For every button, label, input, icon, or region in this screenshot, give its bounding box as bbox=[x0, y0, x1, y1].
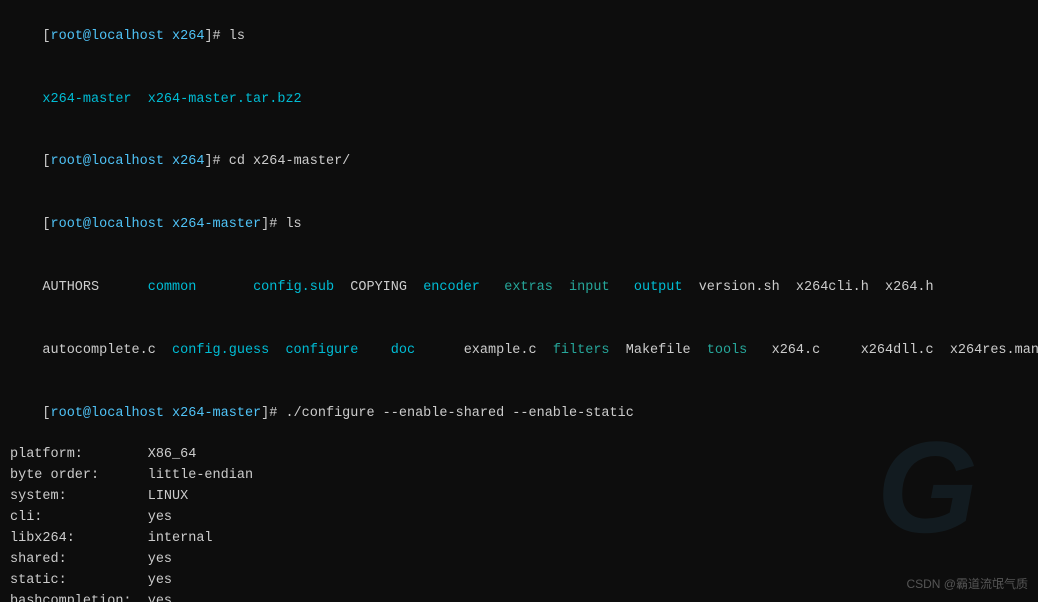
file-item: Makefile bbox=[626, 343, 707, 358]
file-item: doc bbox=[391, 343, 415, 358]
file-item: encoder bbox=[423, 280, 480, 295]
file-item: x264-master bbox=[42, 92, 131, 107]
ls-output-row2: autocomplete.c config.guess configure do… bbox=[10, 320, 1028, 383]
file-item: input bbox=[569, 280, 610, 295]
spacer bbox=[610, 343, 626, 358]
config-line: byte order: little-endian bbox=[10, 466, 1028, 487]
spacer bbox=[610, 280, 634, 295]
config-line: system: LINUX bbox=[10, 487, 1028, 508]
spacer bbox=[747, 343, 771, 358]
spacer bbox=[553, 280, 569, 295]
terminal-line: [root@localhost x264]# ls bbox=[10, 6, 1028, 69]
cmd-text: ./configure --enable-shared --enable-sta… bbox=[277, 406, 633, 421]
file-item: config.sub bbox=[253, 280, 334, 295]
spacer bbox=[269, 343, 285, 358]
prompt-bracket-close: ]# bbox=[204, 29, 220, 44]
config-line: shared: yes bbox=[10, 550, 1028, 571]
prompt-bracket: [ bbox=[42, 154, 50, 169]
config-line: cli: yes bbox=[10, 508, 1028, 529]
file-item: version.sh x264cli.h x264.h bbox=[699, 280, 934, 295]
terminal-line: [root@localhost x264-master]# ls bbox=[10, 194, 1028, 257]
spacer bbox=[682, 280, 698, 295]
file-item: autocomplete.c bbox=[42, 343, 172, 358]
terminal: [root@localhost x264]# ls x264-master x2… bbox=[0, 0, 1038, 602]
prompt-user: root@localhost x264-master bbox=[51, 217, 262, 232]
prompt-bracket-close: ]# bbox=[261, 406, 277, 421]
file-item: extras bbox=[504, 280, 553, 295]
file-item: x264.c x264dll.c x264res.mani bbox=[772, 343, 1038, 358]
prompt-bracket: [ bbox=[42, 406, 50, 421]
terminal-line: [root@localhost x264]# cd x264-master/ bbox=[10, 132, 1028, 195]
config-line: libx264: internal bbox=[10, 529, 1028, 550]
spacer bbox=[415, 343, 464, 358]
config-line: platform: X86_64 bbox=[10, 445, 1028, 466]
config-line: bashcompletion: yes bbox=[10, 592, 1028, 602]
cmd-text: ls bbox=[277, 217, 301, 232]
prompt-bracket-close: ]# bbox=[204, 154, 220, 169]
file-item: filters bbox=[553, 343, 610, 358]
file-item: output bbox=[634, 280, 683, 295]
spacer bbox=[132, 92, 148, 107]
ls-output-row1: AUTHORS common config.sub COPYING encode… bbox=[10, 257, 1028, 320]
spacer bbox=[334, 280, 350, 295]
cmd-text: cd x264-master/ bbox=[221, 154, 351, 169]
file-item: configure bbox=[285, 343, 358, 358]
cmd-text: ls bbox=[221, 29, 245, 44]
prompt-user: root@localhost x264 bbox=[51, 29, 205, 44]
file-item: example.c bbox=[464, 343, 553, 358]
prompt-bracket-close: ]# bbox=[261, 217, 277, 232]
file-item: common bbox=[148, 280, 197, 295]
spacer bbox=[196, 280, 253, 295]
file-item: AUTHORS bbox=[42, 280, 147, 295]
prompt-user: root@localhost x264 bbox=[51, 154, 205, 169]
spacer bbox=[358, 343, 390, 358]
config-line: static: yes bbox=[10, 571, 1028, 592]
file-item: config.guess bbox=[172, 343, 269, 358]
file-item: COPYING bbox=[350, 280, 423, 295]
terminal-line: [root@localhost x264-master]# ./configur… bbox=[10, 383, 1028, 446]
prompt-bracket: [ bbox=[42, 29, 50, 44]
spacer bbox=[480, 280, 504, 295]
file-item: x264-master.tar.bz2 bbox=[148, 92, 302, 107]
prompt-bracket: [ bbox=[42, 217, 50, 232]
watermark-text: CSDN @霸道流氓气质 bbox=[906, 575, 1028, 592]
prompt-user: root@localhost x264-master bbox=[51, 406, 262, 421]
terminal-line: x264-master x264-master.tar.bz2 bbox=[10, 69, 1028, 132]
file-item: tools bbox=[707, 343, 748, 358]
